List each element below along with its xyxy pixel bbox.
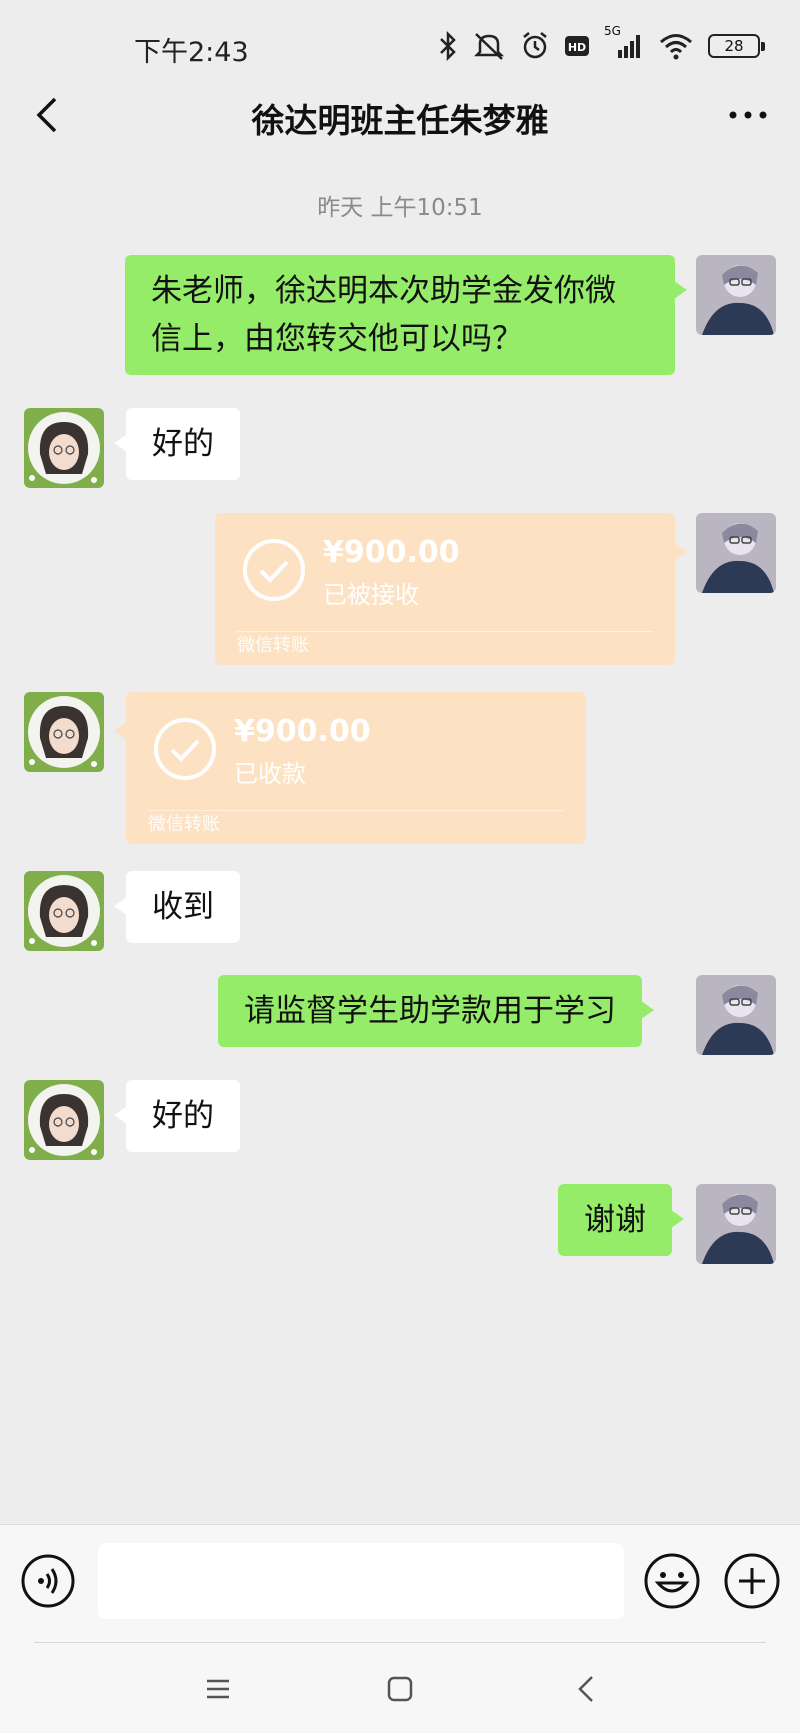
message-bubble-received[interactable]: 收到 — [114, 871, 240, 943]
transfer-status: 已收款 — [234, 760, 306, 788]
back-arrow-icon — [578, 1676, 593, 1702]
status-bar: 下午2:43 HD 5G 28 — [0, 0, 800, 92]
emoji-icon — [644, 1553, 700, 1609]
wifi-icon — [660, 34, 692, 60]
home-square-icon — [387, 1676, 413, 1702]
my-avatar[interactable] — [696, 1184, 776, 1264]
voice-icon — [21, 1554, 75, 1608]
message-text: 好的 — [152, 1098, 214, 1134]
message-bubble-sent[interactable]: 谢谢 — [558, 1184, 684, 1256]
message-text: 好的 — [152, 426, 214, 462]
chat-title: 徐达明班主任朱梦雅 — [251, 101, 549, 140]
message-bubble-received[interactable]: 好的 — [114, 408, 240, 480]
more-dots-icon — [729, 111, 767, 119]
menu-icon — [207, 1679, 229, 1699]
message-text: 收到 — [152, 889, 214, 925]
message-line: 朱老师，徐达明本次助学金发你微 — [151, 273, 616, 309]
hd-icon: HD — [565, 36, 589, 56]
my-avatar[interactable] — [696, 975, 776, 1055]
message-input[interactable] — [98, 1543, 624, 1619]
battery-level: 28 — [724, 37, 744, 55]
message-text: 谢谢 — [584, 1202, 646, 1238]
check-circle-icon — [243, 539, 305, 601]
message-timestamp: 昨天 上午10:51 — [317, 195, 483, 221]
mute-icon — [473, 33, 505, 60]
message-line: 信上，由您转交他可以吗？ — [151, 321, 523, 357]
message-bubble-sent[interactable]: 朱老师，徐达明本次助学金发你微 信上，由您转交他可以吗？ — [125, 255, 687, 375]
status-icons: HD 5G 28 — [438, 24, 765, 66]
input-bar — [0, 1524, 800, 1642]
emoji-button[interactable] — [642, 1551, 702, 1611]
svg-text:HD: HD — [568, 41, 586, 54]
system-nav-bar — [0, 1642, 800, 1733]
recent-apps-button[interactable] — [188, 1664, 248, 1714]
status-time: 下午2:43 — [134, 37, 249, 68]
message-bubble-received[interactable]: 好的 — [114, 1080, 240, 1152]
alarm-icon — [523, 32, 547, 59]
voice-button[interactable] — [20, 1553, 76, 1609]
plus-icon — [724, 1553, 780, 1609]
contact-avatar[interactable] — [24, 871, 104, 951]
network-type: 5G — [604, 24, 621, 38]
transfer-label: 微信转账 — [148, 814, 220, 835]
my-avatar[interactable] — [696, 513, 776, 593]
divider — [34, 1642, 766, 1643]
bluetooth-icon — [440, 31, 456, 61]
contact-avatar[interactable] — [24, 1080, 104, 1160]
system-back-button[interactable] — [556, 1664, 616, 1714]
more-functions-button[interactable] — [722, 1551, 782, 1611]
transfer-amount: ¥900.00 — [323, 535, 460, 570]
check-circle-icon — [154, 718, 216, 780]
home-button[interactable] — [370, 1664, 430, 1714]
transfer-card-sent[interactable]: ¥900.00 已被接收 微信转账 — [215, 513, 687, 665]
my-avatar[interactable] — [696, 255, 776, 335]
network-signal-icon: 5G — [604, 24, 644, 60]
contact-avatar[interactable] — [24, 692, 104, 772]
transfer-label: 微信转账 — [237, 635, 309, 656]
message-text: 请监督学生助学款用于学习 — [244, 993, 616, 1029]
contact-avatar[interactable] — [24, 408, 104, 488]
message-bubble-sent[interactable]: 请监督学生助学款用于学习 — [218, 975, 654, 1047]
transfer-card-received[interactable]: ¥900.00 已收款 微信转账 — [114, 692, 586, 844]
transfer-status: 已被接收 — [323, 581, 419, 609]
transfer-amount: ¥900.00 — [234, 714, 371, 749]
more-button[interactable] — [718, 90, 778, 140]
title-bar: 徐达明班主任朱梦雅 — [0, 80, 800, 150]
battery-icon: 28 — [708, 34, 765, 58]
